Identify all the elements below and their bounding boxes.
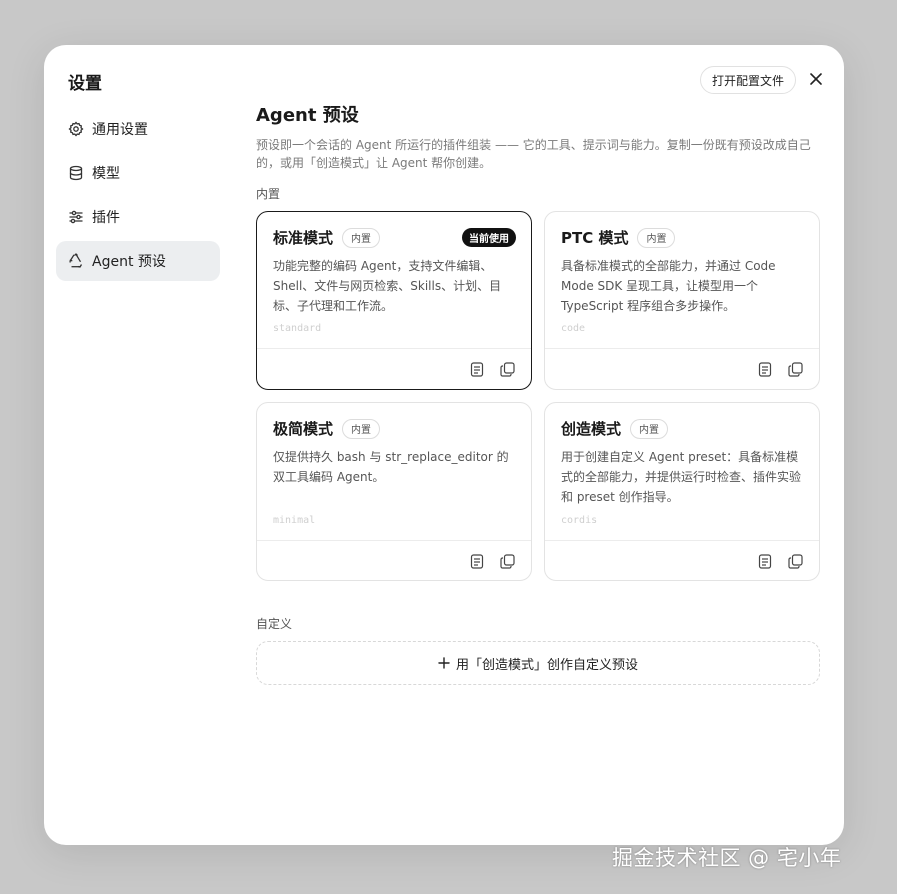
builtin-badge: 内置 (637, 227, 676, 248)
watermark: 掘金技术社区 @ 宅小年 (612, 846, 842, 870)
copy-button[interactable] (498, 552, 516, 570)
document-icon (470, 361, 484, 377)
copy-icon (499, 361, 515, 377)
builtin-badge: 内置 (342, 227, 381, 248)
create-button-label: 用「创造模式」创作自定义预设 (455, 657, 638, 673)
card-slug: minimal (273, 515, 316, 526)
preset-card-ptc[interactable]: PTC 模式 内置 具备标准模式的全部能力，并通过 Code Mode SDK … (544, 211, 820, 390)
document-icon (470, 553, 484, 569)
card-title: 创造模式 (561, 420, 622, 438)
document-icon (758, 553, 772, 569)
copy-icon (499, 553, 515, 569)
section-label-custom: 自定义 (256, 617, 293, 631)
copy-icon (787, 553, 803, 569)
sidebar-item-agent-presets[interactable]: Agent 预设 (56, 241, 220, 281)
close-button[interactable] (806, 70, 826, 90)
card-title: PTC 模式 (561, 229, 629, 247)
view-button[interactable] (468, 552, 486, 570)
recycle-icon (68, 253, 84, 269)
card-description: 用于创建自定义 Agent preset：具备标准模式的全部能力，并提供运行时检… (561, 450, 802, 504)
sidebar-item-models[interactable]: 模型 (56, 153, 220, 193)
sliders-icon (68, 209, 84, 225)
card-slug: standard (273, 323, 322, 334)
close-icon (809, 71, 823, 90)
sidebar-item-label: 模型 (92, 166, 120, 182)
copy-icon (787, 361, 803, 377)
card-divider (257, 348, 531, 349)
copy-button[interactable] (498, 360, 516, 378)
sidebar-item-label: 插件 (92, 210, 120, 226)
page-title: Agent 预设 (256, 105, 359, 126)
card-title: 标准模式 (273, 229, 334, 247)
copy-button[interactable] (786, 552, 804, 570)
card-description: 具备标准模式的全部能力，并通过 Code Mode SDK 呈现工具，让模型用一… (561, 259, 776, 313)
document-icon (758, 361, 772, 377)
builtin-badge: 内置 (342, 418, 381, 439)
sidebar-item-general[interactable]: 通用设置 (56, 109, 220, 149)
copy-button[interactable] (786, 360, 804, 378)
builtin-badge: 内置 (630, 418, 669, 439)
preset-card-minimal[interactable]: 极简模式 内置 仅提供持久 bash 与 str_replace_editor … (256, 402, 532, 581)
create-custom-preset-button[interactable]: 用「创造模式」创作自定义预设 (256, 641, 820, 685)
view-button[interactable] (468, 360, 486, 378)
card-description: 功能完整的编码 Agent，支持文件编辑、Shell、文件与网页检索、Skill… (273, 259, 502, 313)
sidebar-item-label: 通用设置 (92, 122, 148, 138)
settings-dialog: 设置 通用设置 模型 插件 Agent 预设 打开配置文件 Agent 预设 预… (44, 45, 844, 845)
gear-icon (68, 121, 84, 137)
preset-card-standard[interactable]: 标准模式 内置 当前使用 功能完整的编码 Agent，支持文件编辑、Shell、… (256, 211, 532, 390)
sidebar-item-label: Agent 预设 (92, 254, 166, 270)
sidebar-title: 设置 (68, 74, 102, 94)
card-title: 极简模式 (273, 420, 334, 438)
section-label-builtin: 内置 (256, 187, 281, 201)
card-divider (545, 348, 819, 349)
card-slug: code (561, 323, 586, 334)
card-divider (257, 540, 531, 541)
page-description: 预设即一个会话的 Agent 所运行的插件组装 —— 它的工具、提示词与能力。复… (256, 138, 811, 170)
preset-card-create[interactable]: 创造模式 内置 用于创建自定义 Agent preset：具备标准模式的全部能力… (544, 402, 820, 581)
current-badge: 当前使用 (462, 228, 516, 247)
card-description: 仅提供持久 bash 与 str_replace_editor 的双工具编码 A… (273, 450, 509, 484)
card-slug: cordis (561, 515, 598, 526)
open-config-button[interactable]: 打开配置文件 (700, 66, 797, 94)
card-divider (545, 540, 819, 541)
view-button[interactable] (756, 360, 774, 378)
database-icon (68, 165, 84, 181)
plus-icon (438, 657, 450, 669)
view-button[interactable] (756, 552, 774, 570)
sidebar-item-plugins[interactable]: 插件 (56, 197, 220, 237)
